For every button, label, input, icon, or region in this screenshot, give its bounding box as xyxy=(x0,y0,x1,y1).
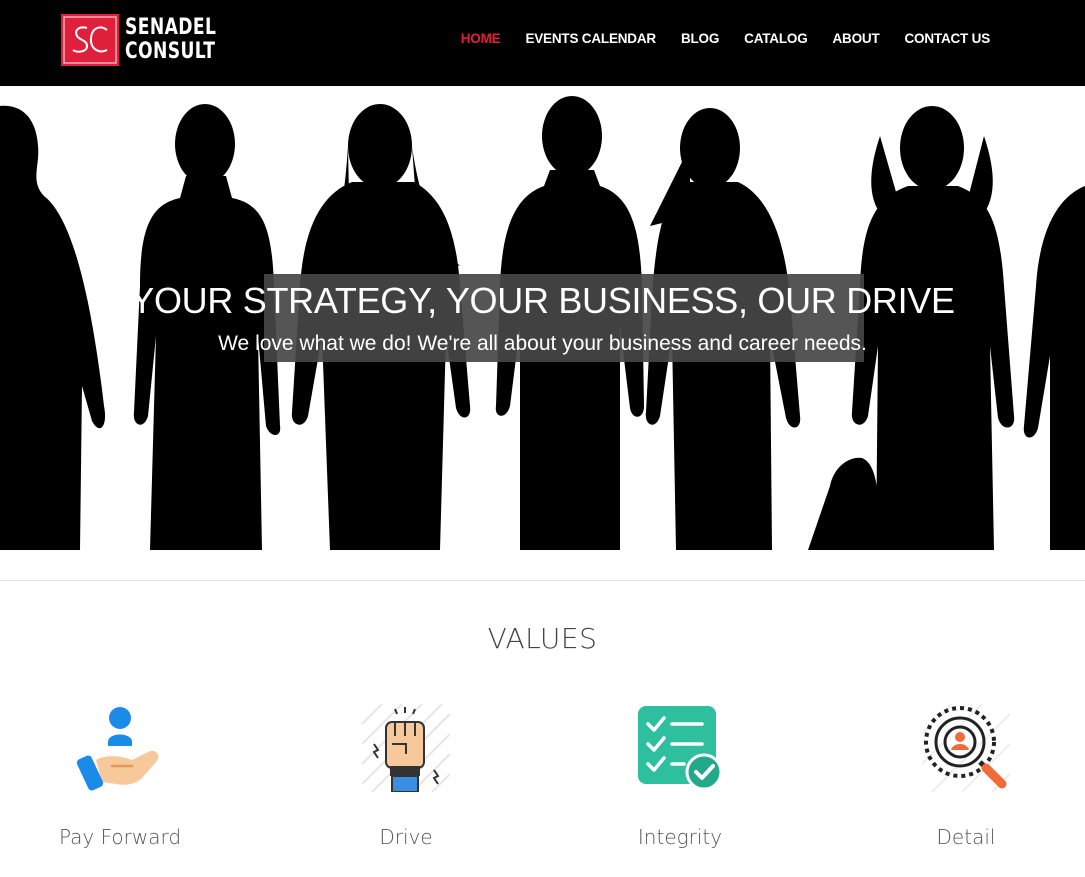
hero-subtitle: We love what we do! We're all about your… xyxy=(218,332,867,355)
section-divider xyxy=(0,580,1085,581)
logo-line-1: SENADEL xyxy=(125,15,217,40)
site-logo[interactable]: SENADEL CONSULT xyxy=(61,14,242,66)
value-label: Drive xyxy=(379,825,433,849)
logo-mark xyxy=(61,14,119,66)
value-drive: Drive xyxy=(306,704,506,849)
value-pay-forward: Pay Forward xyxy=(20,704,220,849)
value-label: Pay Forward xyxy=(58,825,182,849)
logo-text: SENADEL CONSULT xyxy=(125,16,216,64)
value-label: Detail xyxy=(936,825,996,849)
magnifier-search-icon xyxy=(922,704,1010,792)
value-detail: Detail xyxy=(866,704,1066,849)
hero-title: YOUR STRATEGY, YOUR BUSINESS, OUR DRIVE xyxy=(130,280,955,321)
nav-catalog[interactable]: CATALOG xyxy=(744,31,808,46)
nav-contact-us[interactable]: CONTACT US xyxy=(905,31,991,46)
checklist-icon xyxy=(638,706,723,791)
value-label: Integrity xyxy=(637,825,723,849)
logo-line-2: CONSULT xyxy=(125,39,216,64)
value-integrity: Integrity xyxy=(580,704,780,849)
nav-events-calendar[interactable]: EVENTS CALENDAR xyxy=(525,31,656,46)
nav-about[interactable]: ABOUT xyxy=(833,31,880,46)
nav-blog[interactable]: BLOG xyxy=(681,31,719,46)
nav-home[interactable]: HOME xyxy=(461,31,501,46)
site-header: SENADEL CONSULT HOME EVENTS CALENDAR BLO… xyxy=(0,0,1085,86)
main-nav: HOME EVENTS CALENDAR BLOG CATALOG ABOUT … xyxy=(436,31,990,46)
raised-fist-icon xyxy=(362,704,450,792)
hero-banner: YOUR STRATEGY, YOUR BUSINESS, OUR DRIVE … xyxy=(0,86,1085,550)
values-heading: VALUES xyxy=(487,622,598,655)
hand-giving-icon xyxy=(76,707,159,791)
